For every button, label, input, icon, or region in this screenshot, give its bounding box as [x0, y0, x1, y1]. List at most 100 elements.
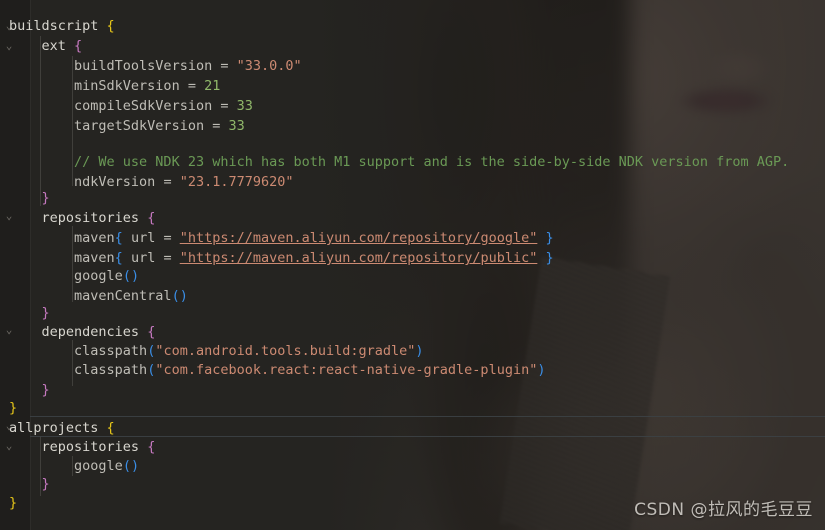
code-line[interactable]: compileSdkVersion = 33 [0, 96, 253, 116]
code-line-text: ext { [0, 36, 83, 56]
code-editor[interactable]: ⌄ ⌄ ⌄ ⌄ ⌄ ⌄ buildscript { ext { buildToolsVer… [0, 0, 825, 530]
code-line[interactable]: dependencies { [0, 322, 156, 342]
code-token: 33 [228, 118, 245, 134]
code-token: url [122, 230, 156, 246]
code-line[interactable]: allprojects { [0, 418, 115, 438]
code-line[interactable]: targetSdkVersion = 33 [0, 116, 245, 136]
code-line[interactable]: } [0, 474, 50, 494]
code-token: ndkVersion [74, 174, 156, 190]
code-token: } [41, 382, 50, 398]
code-token: } [9, 400, 18, 416]
code-line[interactable]: } [0, 493, 17, 513]
code-token: buildToolsVersion [74, 58, 213, 74]
code-line-text: classpath("com.android.tools.build:gradl… [0, 341, 424, 361]
code-token: } [545, 250, 554, 266]
code-token: targetSdkVersion [74, 118, 205, 134]
code-line-text: } [0, 398, 17, 418]
code-line-text: } [0, 493, 17, 513]
code-token: compileSdkVersion [74, 98, 213, 114]
code-token: repositories [41, 210, 140, 226]
code-token: { [74, 38, 83, 54]
code-line[interactable]: } [0, 188, 50, 208]
code-token: () [122, 458, 140, 474]
code-token: } [41, 476, 50, 492]
code-token: google [74, 268, 123, 284]
code-line-text: repositories { [0, 437, 156, 457]
code-line[interactable]: maven{ url = "https://maven.aliyun.com/r… [0, 248, 554, 268]
code-token: = [179, 78, 205, 94]
code-token: "com.facebook.react:react-native-gradle-… [155, 362, 538, 378]
code-line[interactable]: } [0, 398, 17, 418]
code-token: maven [74, 230, 115, 246]
code-token: // We use NDK 23 which has both M1 suppo… [74, 154, 790, 170]
code-token: ) [415, 343, 424, 359]
code-token: "33.0.0" [236, 58, 302, 74]
code-token: } [41, 305, 50, 321]
code-line[interactable]: classpath("com.android.tools.build:gradl… [0, 341, 424, 361]
code-line-text: classpath("com.facebook.react:react-nati… [0, 360, 545, 380]
code-line-text: dependencies { [0, 322, 156, 342]
code-token: = [155, 174, 180, 190]
code-token: { [147, 324, 156, 340]
code-content[interactable]: buildscript { ext { buildToolsVersion = … [0, 0, 825, 530]
code-token[interactable]: "https://maven.aliyun.com/repository/pub… [180, 250, 538, 266]
code-token: } [41, 190, 50, 206]
code-line[interactable]: minSdkVersion = 21 [0, 76, 220, 96]
code-line-text: minSdkVersion = 21 [0, 76, 220, 96]
code-token: "23.1.7779620" [179, 174, 294, 190]
code-token: allprojects [9, 420, 99, 436]
code-token[interactable]: "https://maven.aliyun.com/repository/goo… [180, 230, 538, 246]
code-line-text: compileSdkVersion = 33 [0, 96, 253, 116]
code-token: url [122, 250, 156, 266]
code-line[interactable]: buildscript { [0, 16, 115, 36]
code-line[interactable]: ext { [0, 36, 83, 56]
code-token: classpath [74, 362, 148, 378]
code-line[interactable]: classpath("com.facebook.react:react-nati… [0, 360, 545, 380]
code-line[interactable]: buildToolsVersion = "33.0.0" [0, 56, 302, 76]
code-line-text: targetSdkVersion = 33 [0, 116, 245, 136]
code-line-text: repositories { [0, 208, 156, 228]
code-token: ext [41, 38, 66, 54]
code-line[interactable]: maven{ url = "https://maven.aliyun.com/r… [0, 228, 554, 248]
code-line[interactable]: // We use NDK 23 which has both M1 suppo… [0, 152, 789, 172]
code-line[interactable]: google() [0, 456, 139, 476]
code-line-text: google() [0, 266, 139, 286]
code-token: { [147, 439, 156, 455]
code-token: 21 [204, 78, 221, 94]
code-token: mavenCentral [74, 288, 172, 304]
code-line-text: buildscript { [0, 16, 115, 36]
code-token: () [122, 268, 140, 284]
code-line[interactable]: repositories { [0, 437, 156, 457]
code-token: () [171, 288, 188, 304]
code-line[interactable]: } [0, 303, 50, 323]
code-token: buildscript [9, 18, 99, 34]
code-line[interactable]: } [0, 380, 50, 400]
code-token: } [9, 495, 18, 511]
code-line-text: } [0, 188, 50, 208]
code-line-text: } [0, 303, 50, 323]
code-line[interactable]: google() [0, 266, 139, 286]
code-token: { [114, 230, 123, 246]
code-token: = [204, 118, 229, 134]
code-line-text: } [0, 380, 50, 400]
code-line-text: google() [0, 456, 139, 476]
code-line-text: // We use NDK 23 which has both M1 suppo… [0, 152, 789, 172]
code-line-text: maven{ url = "https://maven.aliyun.com/r… [0, 248, 554, 268]
code-line[interactable]: repositories { [0, 208, 156, 228]
code-line-text: } [0, 474, 50, 494]
